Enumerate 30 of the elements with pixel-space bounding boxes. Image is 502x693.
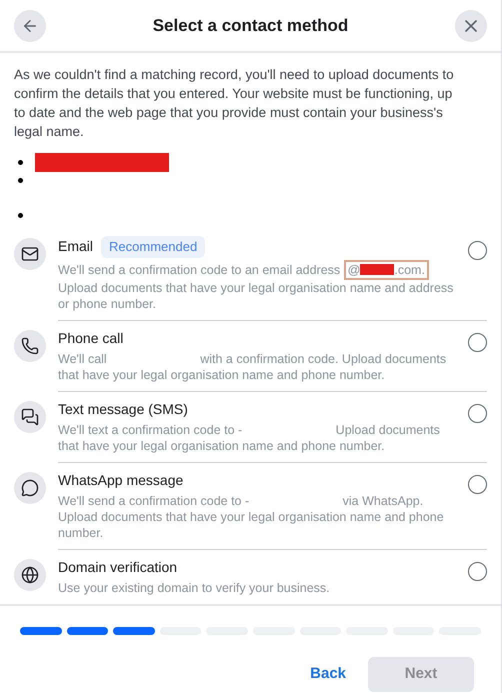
phone-icon xyxy=(21,336,39,354)
option-description: We'll text a confirmation code to - Upload documents that have your legal organisation name and phone number. xyxy=(58,422,441,454)
chat-bubble-icon xyxy=(21,478,39,496)
bullet-icon xyxy=(18,160,23,164)
option-title: Phone call xyxy=(58,328,124,348)
bullet-icon xyxy=(18,212,23,218)
radio-button[interactable] xyxy=(468,332,487,352)
option-title: Text message (SMS) xyxy=(58,400,188,419)
intro-paragraph: As we couldn't find a matching record, you'll need to upload documents to confirm the details that you entered. Your website must be functioning, up to date and the web page that you provide must contain your business's legal name. xyxy=(14,66,455,141)
envelope-icon xyxy=(21,245,39,263)
radio-button[interactable] xyxy=(468,241,487,260)
option-title: Email xyxy=(58,237,94,256)
redaction-bar xyxy=(360,264,394,275)
close-button[interactable] xyxy=(455,10,487,42)
back-link[interactable]: Back xyxy=(310,662,346,686)
option-description: We'll send a confirmation code to - via WhatsApp. Upload documents that have your legal organisation name and phone number. xyxy=(58,492,445,540)
radio-button[interactable] xyxy=(468,404,487,422)
globe-icon xyxy=(21,566,39,584)
option-description: We'll send a confirmation code to an email address @ .com. Upload documents that have your legal organisation name and address or phone number. xyxy=(58,260,460,312)
dialog-title: Select a contact method xyxy=(152,14,348,37)
option-description: Use your existing domain to verify your business. xyxy=(58,580,331,596)
option-description: We'll call with a confirmation code. Upload documents that have your legal organisation name and phone number. xyxy=(58,350,448,382)
option-title: WhatsApp message xyxy=(58,470,184,490)
radio-button[interactable] xyxy=(468,562,487,580)
bullet-icon xyxy=(18,178,23,182)
recommended-badge: Recommended xyxy=(101,236,206,258)
back-arrow-button[interactable] xyxy=(14,10,46,42)
radio-button[interactable] xyxy=(468,474,487,494)
option-title: Domain verification xyxy=(58,558,178,576)
speech-bubbles-icon xyxy=(21,408,39,426)
